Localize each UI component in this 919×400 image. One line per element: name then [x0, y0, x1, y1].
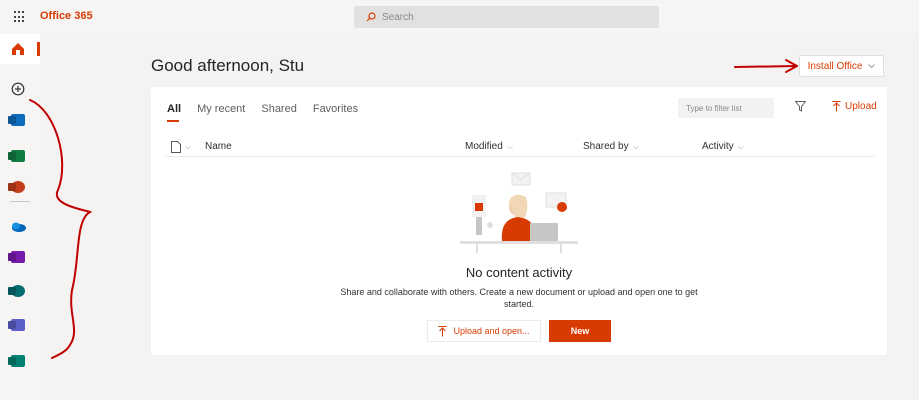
upload-icon	[438, 325, 447, 336]
chevron-down-icon	[868, 63, 876, 68]
filter-input[interactable]: Type to filter list	[678, 98, 774, 118]
activity-card: All My recent Shared Favorites Type to f…	[151, 87, 887, 355]
upload-and-open-label: Upload and open...	[453, 326, 530, 336]
search-icon	[366, 12, 376, 22]
file-type-header[interactable]: ⌵	[171, 141, 191, 153]
filter-icon[interactable]	[795, 101, 806, 112]
column-name[interactable]: Name	[205, 141, 232, 152]
table-header: ⌵ Name Modified ⌵ Shared by ⌵ Activity ⌵	[165, 137, 875, 157]
empty-state-title: No content activity	[465, 265, 573, 280]
column-activity[interactable]: Activity ⌵	[702, 141, 744, 152]
install-office-label: Install Office	[807, 60, 863, 72]
top-bar: Office 365 Search	[0, 0, 919, 34]
chevron-down-icon: ⌵	[737, 141, 744, 151]
column-modified[interactable]: Modified ⌵	[465, 141, 513, 152]
tab-all[interactable]: All	[167, 103, 181, 122]
onedrive-icon[interactable]	[9, 218, 27, 236]
tab-favorites[interactable]: Favorites	[313, 103, 358, 115]
powerpoint-icon[interactable]	[9, 178, 27, 196]
sway-icon[interactable]	[9, 352, 27, 370]
upload-and-open-button[interactable]: Upload and open...	[427, 320, 541, 342]
chevron-down-icon: ⌵	[506, 141, 513, 151]
empty-state-illustration	[460, 172, 578, 253]
page-title: Good afternoon, Stu	[151, 56, 305, 75]
create-icon[interactable]	[9, 80, 27, 98]
sharepoint-icon[interactable]	[9, 282, 27, 300]
upload-icon	[832, 101, 841, 112]
new-button[interactable]: New	[549, 320, 611, 342]
upload-label: Upload	[845, 101, 877, 112]
active-indicator	[37, 42, 40, 56]
brand-title[interactable]: Office 365	[40, 10, 93, 22]
search-placeholder: Search	[382, 11, 414, 23]
upload-button[interactable]: Upload	[832, 101, 877, 112]
home-icon[interactable]	[9, 40, 27, 58]
tab-my-recent[interactable]: My recent	[197, 103, 245, 115]
onenote-icon[interactable]	[9, 248, 27, 266]
chevron-down-icon: ⌵	[632, 141, 639, 151]
app-launcher-icon[interactable]	[14, 11, 26, 23]
outlook-icon[interactable]	[9, 111, 27, 129]
column-name-label: Name	[205, 141, 232, 152]
excel-icon[interactable]	[9, 147, 27, 165]
annotation-arrow	[734, 59, 798, 73]
empty-state-description: Share and collaborate with others. Creat…	[340, 287, 698, 309]
teams-icon[interactable]	[9, 316, 27, 334]
column-activity-label: Activity	[702, 141, 734, 152]
document-icon	[171, 141, 181, 153]
filter-tabs: All My recent Shared Favorites	[167, 103, 358, 122]
chevron-down-icon: ⌵	[185, 142, 192, 151]
column-shared-by-label: Shared by	[583, 141, 629, 152]
column-modified-label: Modified	[465, 141, 503, 152]
install-office-button[interactable]: Install Office	[799, 55, 884, 77]
column-shared-by[interactable]: Shared by ⌵	[583, 141, 639, 152]
rail-divider	[10, 201, 30, 202]
search-box[interactable]: Search	[354, 6, 659, 28]
tab-shared[interactable]: Shared	[261, 103, 296, 115]
